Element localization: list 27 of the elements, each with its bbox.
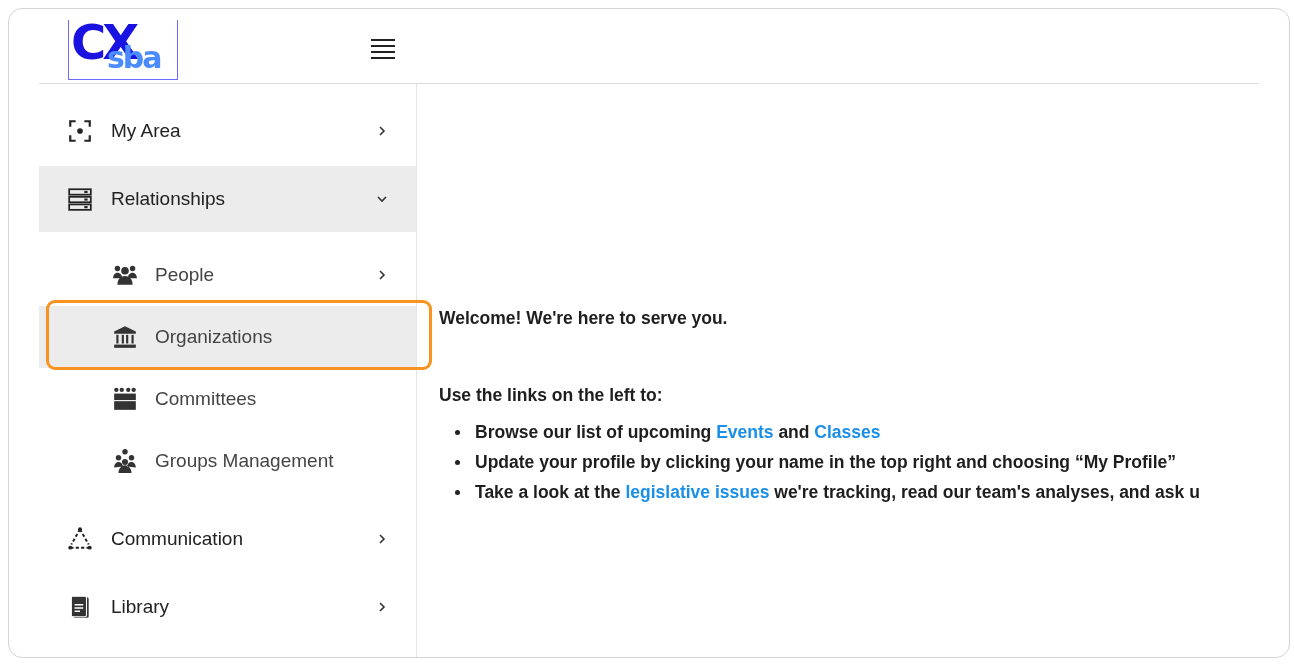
sidebar-item[interactable]: My Area	[39, 98, 416, 164]
sidebar-subitem[interactable]: Groups Management	[39, 430, 416, 492]
chevron-icon	[376, 601, 388, 613]
sidebar-subitem[interactable]: People	[39, 244, 416, 306]
bullet-text: Update your profile by clicking your name in the top right and choosing “My Profile”	[475, 452, 1177, 473]
bullet-icon	[455, 460, 460, 465]
groups-icon	[112, 448, 138, 474]
intro-text: Use the links on the left to:	[439, 385, 664, 406]
welcome-text: Welcome! We're here to serve you.	[439, 308, 729, 329]
chevron-icon	[376, 533, 388, 545]
chevron-icon	[376, 269, 388, 281]
sidebar-item[interactable]: Communication	[39, 506, 416, 572]
focus-icon	[67, 118, 93, 144]
chevron-icon	[376, 193, 388, 205]
sidebar-subitem[interactable]: Organizations	[39, 306, 416, 368]
sidebar-item[interactable]: Library	[39, 574, 416, 640]
committee-icon	[112, 386, 138, 412]
bank-icon	[112, 324, 138, 350]
sidebar-subitem[interactable]: Committees	[39, 368, 416, 430]
bullet-text: Take a look at the legislative issues we're tracking, read our team's analyses, and ask u	[475, 482, 1200, 503]
storage-icon	[67, 186, 93, 212]
sidebar-item[interactable]: Relationships	[39, 166, 416, 232]
chevron-icon	[376, 125, 388, 137]
menu-button[interactable]	[371, 39, 395, 59]
bullet-icon	[455, 430, 460, 435]
bullet-text: Browse our list of upcoming Events and Classes	[475, 422, 881, 443]
bullet-icon	[455, 490, 460, 495]
